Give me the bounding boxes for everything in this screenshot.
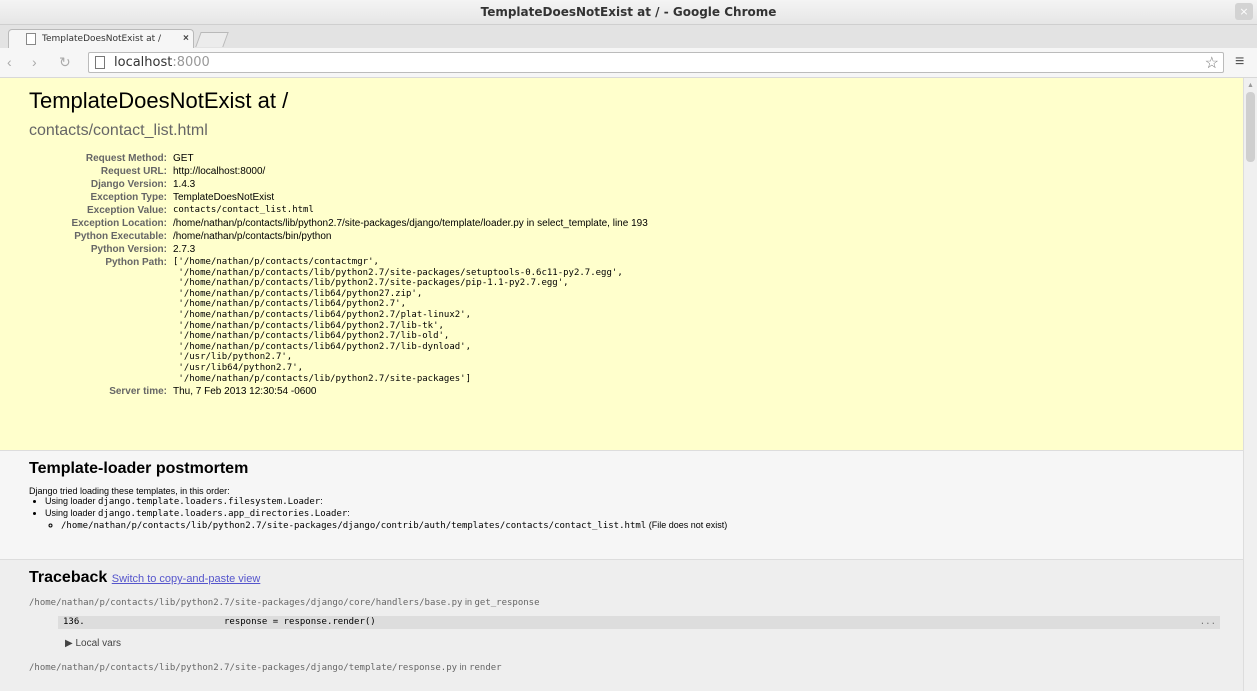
- window-titlebar: TemplateDoesNotExist at / - Google Chrom…: [0, 0, 1257, 25]
- browser-toolbar: ‹ › ↻ localhost:8000 ☆ ≡: [0, 48, 1257, 78]
- meta-row-python-executable: Python Executable:/home/nathan/p/contact…: [74, 231, 332, 242]
- window-title: TemplateDoesNotExist at / - Google Chrom…: [480, 5, 777, 19]
- meta-row-request-url: Request URL: http://localhost:8000/: [100, 166, 266, 177]
- meta-row-python-version: Python Version: 2.7.3: [90, 244, 196, 255]
- request-meta-table: Request Method: GET Request URL: http://lo…: [29, 152, 648, 398]
- browser-tab[interactable]: TemplateDoesNotExist at / ×: [8, 29, 194, 48]
- forward-icon[interactable]: ›: [32, 54, 37, 70]
- meta-row-python-path: Python Path: ['/home/nathan/p/contacts/c…: [29, 256, 648, 385]
- meta-row-django-version: Django Version: 1.4.3: [90, 179, 196, 190]
- meta-row-server-time: Server time: Thu, 7 Feb 2013 12:30:54 -06…: [109, 386, 317, 398]
- tried-template-item: /home/nathan/p/contacts/lib/python2.7/si…: [61, 520, 1223, 532]
- meta-row-exception-type: Exception Type: TemplateDoesNotExist: [90, 192, 275, 203]
- page-viewport: TemplateDoesNotExist at / contacts/conta…: [0, 78, 1243, 691]
- page-icon: [95, 56, 105, 69]
- error-title: TemplateDoesNotExist at /: [29, 88, 289, 113]
- local-vars-toggle[interactable]: ▶ Local vars: [65, 638, 1223, 649]
- frame-context-line[interactable]: 136. response = response.render() ...: [58, 616, 1220, 629]
- loader-item: Using loader django.template.loaders.app…: [45, 508, 1223, 532]
- meta-row-exception-location: Exception Location:/home/nathan/p/contac…: [71, 218, 648, 229]
- meta-row-request-method: Request Method: GET: [85, 153, 194, 164]
- error-summary: TemplateDoesNotExist at / contacts/conta…: [0, 78, 1243, 451]
- bookmark-star-icon[interactable]: ☆: [1205, 53, 1219, 73]
- meta-row-exception-value: Exception Value: contacts/contact_list.ht…: [86, 205, 314, 216]
- frame-filename: /home/nathan/p/contacts/lib/python2.7/si…: [29, 662, 502, 673]
- frame-line-number: 136.: [63, 617, 85, 627]
- reload-icon[interactable]: ↻: [59, 54, 71, 71]
- scroll-up-icon[interactable]: ▲: [1247, 82, 1254, 89]
- tab-close-icon[interactable]: ×: [183, 33, 189, 44]
- window-close-button[interactable]: ×: [1235, 3, 1253, 20]
- frame-filename: /home/nathan/p/contacts/lib/python2.7/si…: [29, 597, 540, 608]
- chrome-menu-icon[interactable]: ≡: [1235, 53, 1244, 71]
- url-text[interactable]: localhost:8000: [114, 55, 210, 70]
- scrollbar-thumb[interactable]: [1246, 92, 1255, 162]
- postmortem-heading: Template-loader postmortem: [29, 460, 249, 477]
- page-icon: [26, 33, 36, 45]
- traceback-section: Traceback Switch to copy-and-paste view …: [0, 560, 1243, 691]
- new-tab-button[interactable]: [195, 32, 229, 47]
- traceback-heading: Traceback Switch to copy-and-paste view: [29, 569, 261, 586]
- tab-strip: TemplateDoesNotExist at / ×: [0, 25, 1257, 48]
- switch-to-copy-paste-link[interactable]: Switch to copy-and-paste view: [112, 573, 261, 585]
- back-icon[interactable]: ‹: [7, 54, 12, 70]
- postmortem-intro: Django tried loading these templates, in…: [29, 486, 230, 496]
- frame-expand-dots[interactable]: ...: [1200, 617, 1216, 627]
- template-loader-postmortem: Template-loader postmortem Django tried …: [0, 451, 1243, 560]
- loader-item: Using loader django.template.loaders.fil…: [45, 496, 1223, 508]
- loader-list: Using loader django.template.loaders.fil…: [29, 496, 1223, 532]
- python-path-list: ['/home/nathan/p/contacts/contactmgr', '…: [173, 257, 623, 384]
- frame-code: response = response.render(): [224, 617, 376, 627]
- address-bar[interactable]: localhost:8000 ☆: [88, 52, 1224, 73]
- vertical-scrollbar[interactable]: ▲: [1243, 78, 1257, 691]
- error-subtitle: contacts/contact_list.html: [29, 122, 208, 139]
- tab-title: TemplateDoesNotExist at /: [42, 34, 162, 44]
